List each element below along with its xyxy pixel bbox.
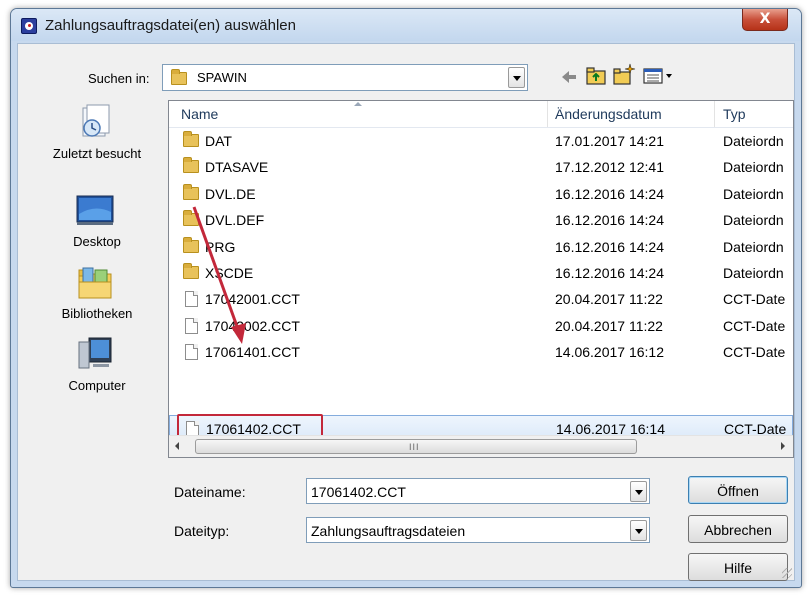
app-icon [21, 18, 37, 34]
dialog-body: Suchen in: SPAWIN Zuletzt besucht Deskto… [17, 43, 795, 581]
open-button[interactable]: Öffnen [688, 476, 788, 504]
resize-grip-icon[interactable] [782, 568, 792, 578]
filetype-value: Zahlungsauftragsdateien [311, 523, 466, 539]
cancel-button[interactable]: Abbrechen [688, 515, 788, 543]
chevron-down-icon[interactable] [630, 481, 647, 502]
close-button[interactable]: X [742, 9, 788, 31]
title-bar[interactable]: Zahlungsauftragsdatei(en) auswählen X [11, 9, 801, 41]
window-title: Zahlungsauftragsdatei(en) auswählen [45, 17, 296, 34]
filename-label: Dateiname: [174, 484, 246, 500]
help-button[interactable]: Hilfe [688, 553, 788, 581]
filetype-label: Dateityp: [174, 523, 230, 539]
filename-input[interactable]: 17061402.CCT [306, 478, 650, 504]
filetype-select[interactable]: Zahlungsauftragsdateien [306, 517, 650, 543]
chevron-down-icon[interactable] [630, 520, 647, 541]
filename-value: 17061402.CCT [311, 484, 406, 500]
file-open-dialog: Zahlungsauftragsdatei(en) auswählen X Su… [10, 8, 802, 588]
